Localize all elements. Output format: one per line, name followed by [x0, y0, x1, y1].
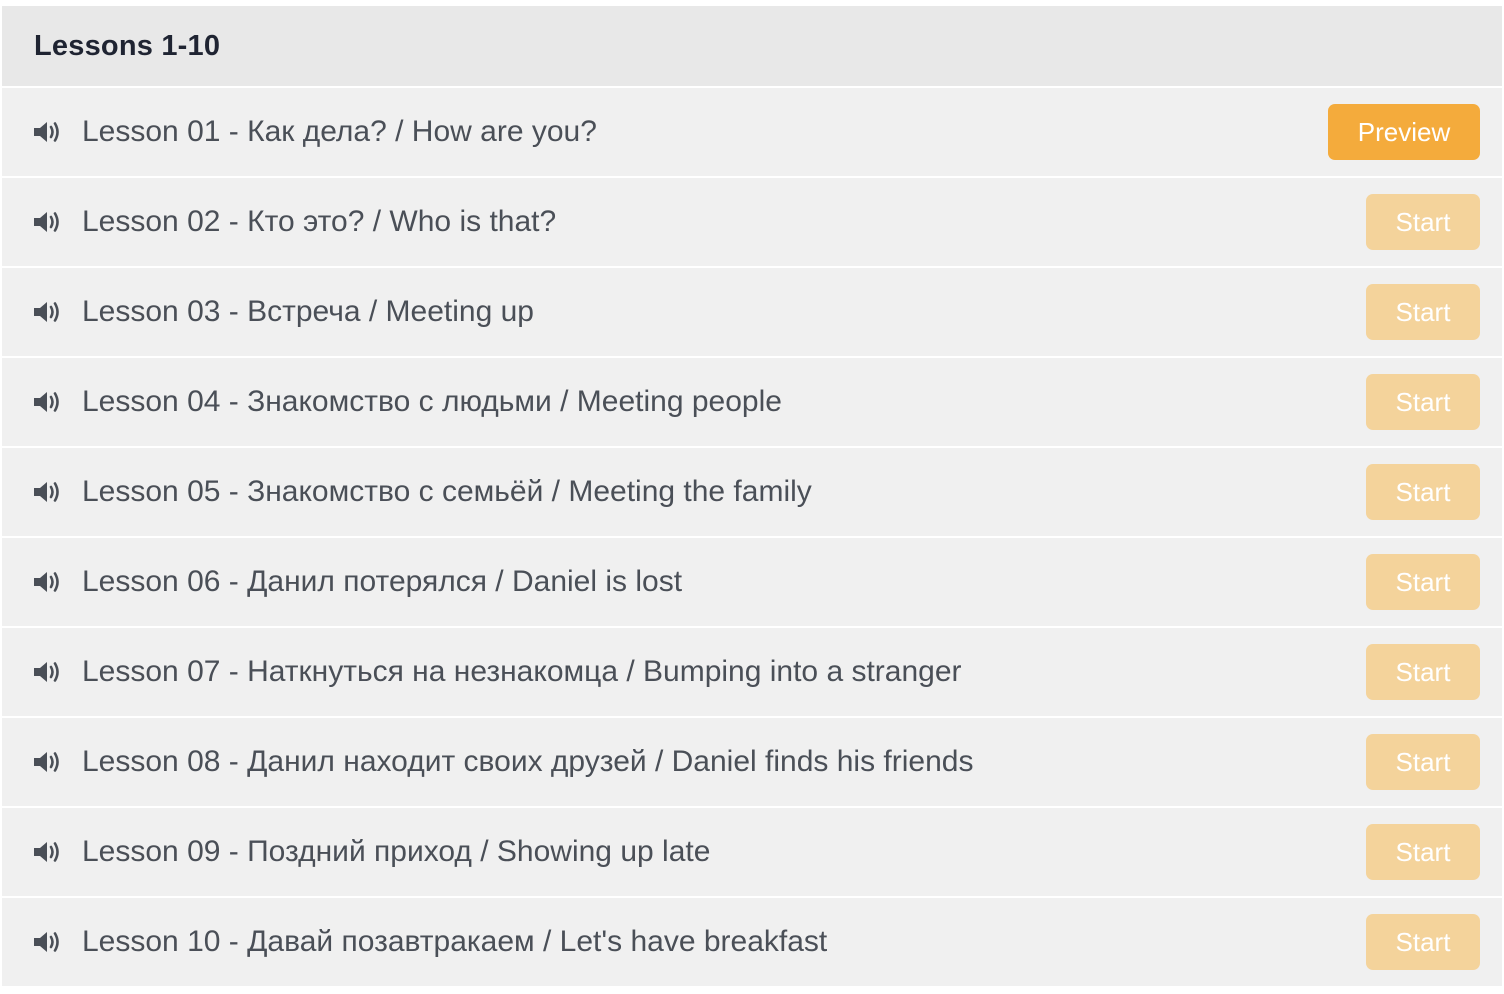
- lesson-row: Lesson 02 - Кто это? / Who is that? Star…: [2, 178, 1502, 266]
- lesson-row: Lesson 06 - Данил потерялся / Daniel is …: [2, 538, 1502, 626]
- lesson-row: Lesson 07 - Наткнуться на незнакомца / B…: [2, 628, 1502, 716]
- start-button[interactable]: Start: [1366, 374, 1480, 430]
- lesson-row: Lesson 04 - Знакомство с людьми / Meetin…: [2, 358, 1502, 446]
- lesson-title[interactable]: Lesson 10 - Давай позавтракаем / Let's h…: [82, 925, 1366, 959]
- lesson-title[interactable]: Lesson 02 - Кто это? / Who is that?: [82, 205, 1366, 239]
- start-button[interactable]: Start: [1366, 914, 1480, 970]
- lesson-row: Lesson 05 - Знакомство с семьёй / Meetin…: [2, 448, 1502, 536]
- start-button[interactable]: Start: [1366, 194, 1480, 250]
- lesson-title[interactable]: Lesson 09 - Поздний приход / Showing up …: [82, 835, 1366, 869]
- lesson-list: Lesson 01 - Как дела? / How are you? Pre…: [2, 88, 1502, 986]
- section-title: Lessons 1-10: [34, 29, 221, 62]
- lesson-title[interactable]: Lesson 07 - Наткнуться на незнакомца / B…: [82, 655, 1366, 689]
- lesson-row: Lesson 01 - Как дела? / How are you? Pre…: [2, 88, 1502, 176]
- lesson-title[interactable]: Lesson 06 - Данил потерялся / Daniel is …: [82, 565, 1366, 599]
- lesson-title[interactable]: Lesson 04 - Знакомство с людьми / Meetin…: [82, 385, 1366, 419]
- lesson-row: Lesson 08 - Данил находит своих друзей /…: [2, 718, 1502, 806]
- preview-button[interactable]: Preview: [1328, 104, 1480, 160]
- speaker-volume-icon[interactable]: [32, 118, 64, 146]
- speaker-volume-icon[interactable]: [32, 928, 64, 956]
- start-button[interactable]: Start: [1366, 554, 1480, 610]
- start-button[interactable]: Start: [1366, 464, 1480, 520]
- speaker-volume-icon[interactable]: [32, 478, 64, 506]
- speaker-volume-icon[interactable]: [32, 838, 64, 866]
- start-button[interactable]: Start: [1366, 284, 1480, 340]
- speaker-volume-icon[interactable]: [32, 208, 64, 236]
- lesson-title[interactable]: Lesson 03 - Встреча / Meeting up: [82, 295, 1366, 329]
- lesson-row: Lesson 09 - Поздний приход / Showing up …: [2, 808, 1502, 896]
- start-button[interactable]: Start: [1366, 824, 1480, 880]
- start-button[interactable]: Start: [1366, 734, 1480, 790]
- lesson-title[interactable]: Lesson 05 - Знакомство с семьёй / Meetin…: [82, 475, 1366, 509]
- speaker-volume-icon[interactable]: [32, 658, 64, 686]
- section-header: Lessons 1-10: [2, 6, 1502, 88]
- speaker-volume-icon[interactable]: [32, 748, 64, 776]
- speaker-volume-icon[interactable]: [32, 388, 64, 416]
- lesson-row: Lesson 10 - Давай позавтракаем / Let's h…: [2, 898, 1502, 986]
- start-button[interactable]: Start: [1366, 644, 1480, 700]
- lessons-panel: Lessons 1-10 Lesson 01 - Как дела? / How…: [2, 6, 1502, 988]
- speaker-volume-icon[interactable]: [32, 298, 64, 326]
- lesson-title[interactable]: Lesson 08 - Данил находит своих друзей /…: [82, 745, 1366, 779]
- speaker-volume-icon[interactable]: [32, 568, 64, 596]
- lesson-row: Lesson 03 - Встреча / Meeting up Start: [2, 268, 1502, 356]
- lesson-title[interactable]: Lesson 01 - Как дела? / How are you?: [82, 115, 1328, 149]
